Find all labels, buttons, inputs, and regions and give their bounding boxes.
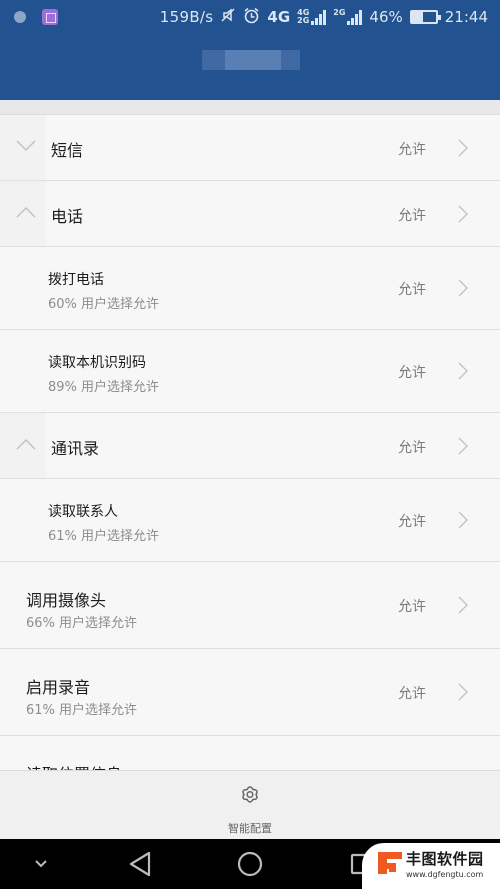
chevron-right-icon (458, 596, 468, 614)
permission-status: 允许 (398, 142, 426, 158)
permission-make-call[interactable]: 拨打电话 60% 用户选择允许 允许 (0, 247, 500, 330)
chevron-down-icon (16, 140, 36, 152)
group-title: 电话 (51, 207, 84, 226)
permission-status: 允许 (398, 599, 426, 615)
chevron-right-icon (458, 362, 468, 380)
battery-percent: 46% (369, 8, 403, 26)
permission-read-contacts[interactable]: 读取联系人 61% 用户选择允许 允许 (0, 479, 500, 562)
permission-status: 允许 (398, 365, 426, 381)
chevron-right-icon (458, 437, 468, 455)
permission-record-audio[interactable]: 启用录音 61% 用户选择允许 允许 (0, 649, 500, 736)
brand-logo-icon (378, 852, 402, 874)
notification-icon (14, 11, 26, 23)
chevron-up-icon (16, 438, 36, 450)
permission-subtitle: 89% 用户选择允许 (48, 380, 160, 395)
collapse-toggle[interactable] (0, 181, 46, 246)
permission-title: 读取本机识别码 (48, 355, 146, 371)
permission-subtitle: 61% 用户选择允许 (48, 529, 160, 544)
permission-subtitle: 60% 用户选择允许 (48, 297, 160, 312)
chevron-right-icon (458, 279, 468, 297)
home-circle-icon (237, 851, 263, 877)
permission-title: 调用摄像头 (26, 591, 107, 610)
permission-status: 允许 (398, 514, 426, 530)
permission-list[interactable]: 短信 允许 电话 允许 拨打电话 60% 用户选择允许 允许 读取本机识别码 8… (0, 100, 500, 770)
chevron-right-icon (458, 683, 468, 701)
permission-status: 允许 (398, 208, 426, 224)
alarm-icon (243, 7, 260, 28)
permission-subtitle: 66% 用户选择允许 (26, 616, 138, 631)
chevron-up-icon (16, 206, 36, 218)
gear-icon (242, 786, 258, 803)
watermark-name: 丰图软件园 (406, 850, 484, 868)
sim2-signal-icon: 2G (333, 8, 363, 25)
list-top-strip (0, 100, 500, 115)
chevron-right-icon (458, 511, 468, 529)
permission-subtitle: 61% 用户选择允许 (26, 703, 138, 718)
battery-icon (409, 10, 441, 24)
permission-status: 允许 (398, 282, 426, 298)
watermark-url: www.dgfengtu.com (406, 870, 484, 879)
watermark: 丰图软件园 www.dgfengtu.com (362, 843, 500, 889)
back-triangle-icon (129, 851, 151, 877)
app-bar: ████ (0, 34, 500, 100)
app-title-blurred: ████ (202, 50, 300, 70)
chevron-down-icon (35, 860, 47, 868)
group-title: 短信 (51, 141, 84, 160)
permission-title: 启用录音 (26, 678, 91, 697)
group-contacts[interactable]: 通讯录 允许 (0, 413, 500, 479)
mute-icon (220, 7, 236, 27)
collapse-toggle[interactable] (0, 413, 46, 478)
permission-camera[interactable]: 调用摄像头 66% 用户选择允许 允许 (0, 562, 500, 649)
permission-status: 允许 (398, 440, 426, 456)
clock: 21:44 (444, 8, 488, 26)
hide-nav-button[interactable] (26, 839, 56, 889)
group-title: 通讯录 (51, 439, 100, 458)
permission-title: 读取联系人 (48, 504, 118, 520)
home-button[interactable] (232, 839, 268, 889)
chevron-right-icon (458, 139, 468, 157)
gallery-notification-icon (42, 9, 58, 25)
permission-title: 读取位置信息 (26, 761, 122, 770)
sim1b-type: 2G (297, 16, 310, 25)
bottom-bar: 智能配置 (0, 770, 500, 839)
permission-status: 允许 (398, 686, 426, 702)
permission-read-device-id[interactable]: 读取本机识别码 89% 用户选择允许 允许 (0, 330, 500, 413)
status-bar: 159B/s 4G 4G 2G 2G 46% 21:44 (0, 0, 500, 34)
sim2-type: 2G (333, 8, 346, 17)
group-phone[interactable]: 电话 允许 (0, 181, 500, 247)
group-sms[interactable]: 短信 允许 (0, 115, 500, 181)
chevron-right-icon (458, 205, 468, 223)
network-speed: 159B/s (159, 8, 214, 26)
smart-config-button[interactable]: 智能配置 (200, 771, 300, 840)
back-button[interactable] (122, 839, 158, 889)
permission-title: 拨打电话 (48, 272, 104, 288)
permission-location[interactable]: 读取位置信息 (0, 736, 500, 770)
smart-config-label: 智能配置 (228, 822, 272, 835)
network-type-4g: 4G (267, 8, 291, 26)
sim1-signal-icon: 4G 2G (297, 9, 327, 25)
expand-toggle[interactable] (0, 115, 46, 180)
